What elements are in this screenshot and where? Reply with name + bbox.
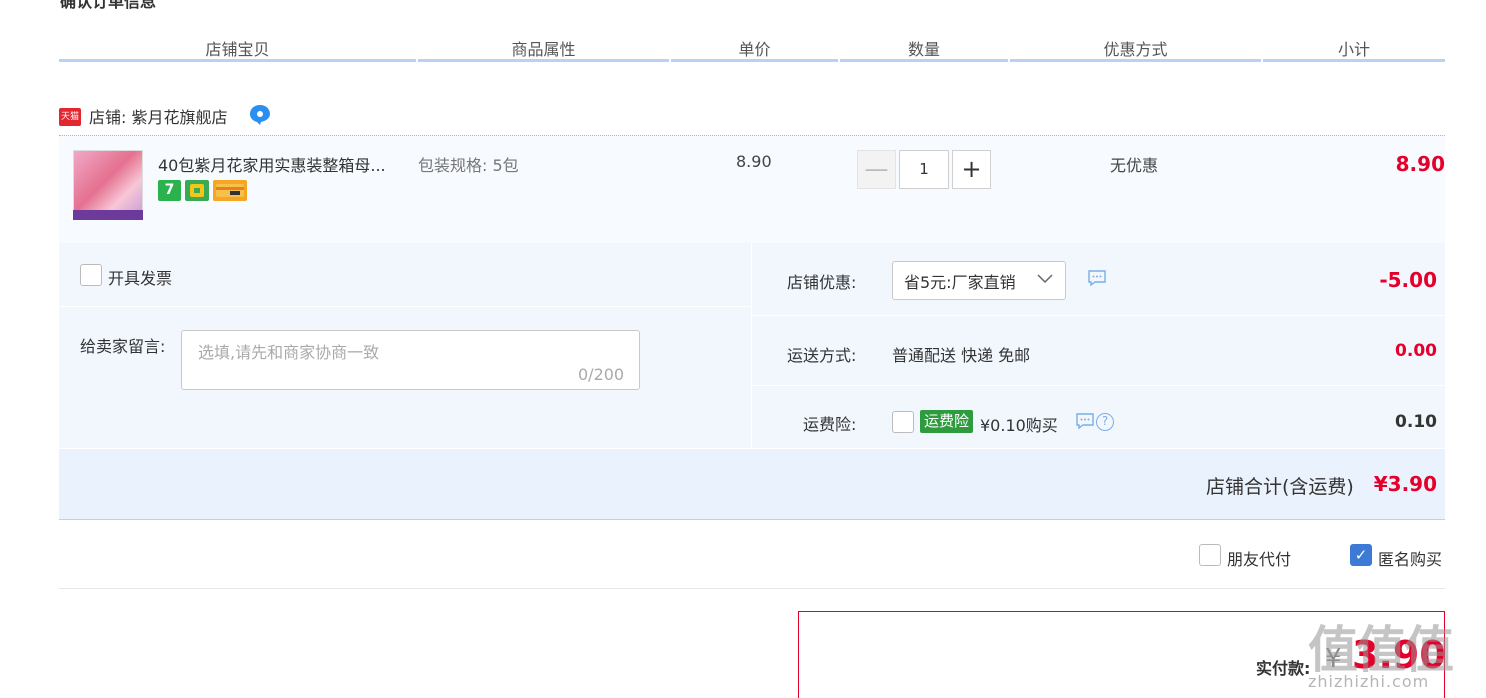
- shop-total-label: 店铺合计(含运费): [1206, 476, 1354, 498]
- message-placeholder: 选填,请先和商家协商一致: [198, 343, 380, 362]
- product-title-link[interactable]: 40包紫月花家用实惠装整箱母...: [158, 152, 408, 176]
- promo-method: 无优惠: [1110, 156, 1159, 175]
- tmall-logo-icon: 天猫: [59, 108, 81, 126]
- chevron-down-icon: [1036, 270, 1054, 292]
- anonymous-checkbox[interactable]: ✓: [1350, 544, 1372, 566]
- friend-pay-checkbox[interactable]: [1199, 544, 1221, 566]
- credit-card-icon[interactable]: [213, 180, 247, 201]
- col-header-attributes: 商品属性: [418, 36, 669, 62]
- shop-total-value: ¥3.90: [1373, 472, 1437, 496]
- quantity-decrease-button[interactable]: —: [857, 150, 896, 189]
- col-header-shop-items: 店铺宝贝: [59, 36, 416, 62]
- help-question-icon[interactable]: ?: [1096, 413, 1114, 431]
- divider: [59, 588, 1445, 589]
- insurance-label: 运费险:: [803, 415, 857, 434]
- friend-pay-label: 朋友代付: [1227, 550, 1292, 569]
- unit-price: 8.90: [736, 152, 772, 171]
- col-header-unit-price: 单价: [671, 36, 838, 62]
- invoice-label: 开具发票: [108, 269, 173, 288]
- payment-label: 实付款:: [1256, 659, 1311, 678]
- page-title: 确认订单信息: [60, 0, 157, 11]
- insurance-amount: 0.10: [1395, 412, 1437, 432]
- shop-discount-label: 店铺优惠:: [787, 273, 857, 292]
- quantity-input[interactable]: 1: [899, 150, 949, 189]
- insurance-checkbox[interactable]: [892, 411, 914, 433]
- shop-name-link[interactable]: 店铺: 紫月花旗舰店: [89, 104, 227, 128]
- invoice-checkbox[interactable]: [80, 264, 102, 286]
- watermark-url: zhizhizhi.com: [1308, 672, 1430, 691]
- col-header-quantity: 数量: [840, 36, 1008, 62]
- quantity-increase-button[interactable]: +: [952, 150, 991, 189]
- item-subtotal: 8.90: [1395, 152, 1445, 176]
- wangwang-chat-icon[interactable]: [248, 103, 272, 127]
- panel-divider: [751, 243, 752, 448]
- shop-discount-amount: -5.00: [1379, 268, 1437, 292]
- message-label: 给卖家留言:: [80, 337, 166, 356]
- message-char-count: 0/200: [578, 365, 625, 384]
- panel-row-divider: [752, 385, 1445, 386]
- guarantee-icon[interactable]: [185, 180, 209, 201]
- col-header-discount: 优惠方式: [1010, 36, 1261, 62]
- anonymous-label: 匿名购买: [1378, 550, 1443, 569]
- col-header-subtotal: 小计: [1263, 36, 1445, 62]
- insurance-price: ¥0.10购买: [980, 416, 1058, 435]
- message-bubble-icon[interactable]: [1075, 412, 1095, 434]
- shipping-label: 运送方式:: [787, 346, 857, 365]
- message-bubble-icon[interactable]: [1087, 269, 1107, 291]
- product-attribute: 包装规格: 5包: [418, 156, 519, 175]
- shipping-amount: 0.00: [1395, 341, 1437, 361]
- shipping-method-value: 普通配送 快递 免邮: [892, 346, 1031, 365]
- panel-row-divider: [752, 315, 1445, 316]
- product-thumbnail-banner: [73, 210, 143, 220]
- seven-day-return-icon[interactable]: 7: [158, 180, 181, 201]
- insurance-tag: 运费险: [920, 410, 973, 433]
- shop-discount-selected-value: 省5元:厂家直销: [904, 273, 1016, 292]
